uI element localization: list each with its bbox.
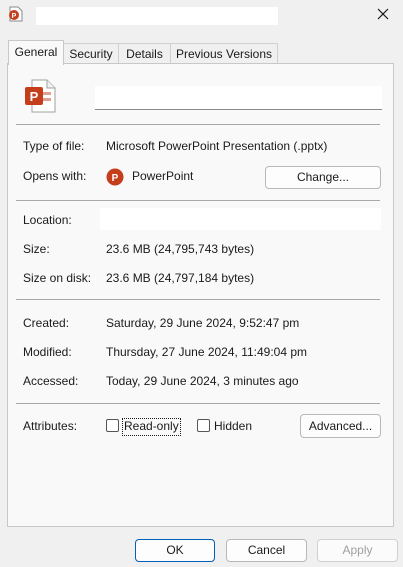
separator: [16, 299, 380, 300]
hidden-checkbox[interactable]: [197, 419, 210, 432]
accessed-value: Today, 29 June 2024, 3 minutes ago: [106, 374, 299, 388]
file-name-input[interactable]: [95, 86, 382, 110]
read-only-label[interactable]: Read-only: [122, 418, 181, 436]
tab-details[interactable]: Details: [118, 43, 171, 64]
svg-text:P: P: [12, 13, 17, 20]
title-bar: P: [0, 0, 403, 32]
tab-general[interactable]: General: [8, 40, 64, 65]
hidden-label[interactable]: Hidden: [214, 418, 252, 434]
tab-security[interactable]: Security: [63, 43, 119, 64]
cancel-button[interactable]: Cancel: [226, 539, 307, 562]
type-of-file-label: Type of file:: [23, 139, 85, 153]
powerpoint-file-large-icon: P: [24, 79, 56, 113]
read-only-checkbox[interactable]: [106, 419, 119, 432]
size-on-disk-value: 23.6 MB (24,797,184 bytes): [106, 271, 255, 285]
type-of-file-value: Microsoft PowerPoint Presentation (.pptx…: [106, 139, 328, 153]
general-panel: [7, 63, 394, 527]
location-label: Location:: [23, 213, 72, 227]
size-label: Size:: [23, 242, 50, 256]
separator: [16, 200, 380, 201]
separator: [16, 124, 380, 125]
opens-with-value: PowerPoint: [132, 169, 194, 183]
created-value: Saturday, 29 June 2024, 9:52:47 pm: [106, 316, 300, 330]
size-on-disk-label: Size on disk:: [23, 271, 92, 285]
separator: [16, 403, 380, 404]
close-icon: [377, 8, 389, 20]
change-button[interactable]: Change...: [265, 166, 381, 189]
powerpoint-file-icon: P: [8, 6, 24, 22]
modified-value: Thursday, 27 June 2024, 11:49:04 pm: [106, 345, 308, 359]
apply-button[interactable]: Apply: [317, 539, 398, 562]
ok-button[interactable]: OK: [135, 539, 215, 562]
location-value: [100, 208, 381, 230]
modified-label: Modified:: [23, 345, 72, 359]
accessed-label: Accessed:: [23, 374, 79, 388]
close-button[interactable]: [363, 0, 403, 28]
svg-text:P: P: [112, 173, 119, 184]
size-value: 23.6 MB (24,795,743 bytes): [106, 242, 255, 256]
advanced-button[interactable]: Advanced...: [300, 414, 381, 438]
created-label: Created:: [23, 316, 70, 330]
svg-text:P: P: [30, 89, 39, 104]
attributes-label: Attributes:: [23, 419, 78, 433]
powerpoint-app-icon: P: [106, 168, 124, 186]
opens-with-label: Opens with:: [23, 169, 87, 183]
window-title: [36, 7, 278, 25]
tab-previous-versions[interactable]: Previous Versions: [170, 43, 278, 64]
